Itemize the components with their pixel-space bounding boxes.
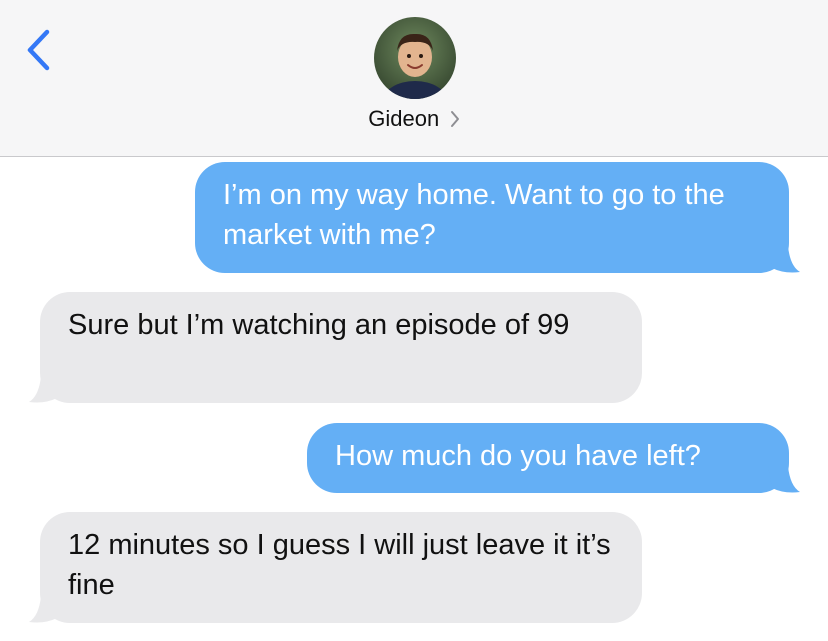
chevron-left-icon	[27, 29, 50, 71]
sent-message-bubble[interactable]: I’m on my way home. Want to go to the ma…	[195, 162, 789, 273]
message-text: How much do you have left?	[335, 440, 701, 472]
received-message-bubble[interactable]: 12 minutes so I guess I will just leave …	[40, 512, 642, 623]
back-button[interactable]	[22, 26, 56, 74]
contact-name: Gideon	[368, 106, 440, 131]
conversation-header: Gideon	[0, 0, 828, 157]
bubble-tail	[768, 246, 800, 273]
contact-name-button[interactable]: Gideon	[0, 106, 828, 132]
bubble-tail	[768, 466, 800, 493]
received-message-bubble[interactable]: Sure but I’m watching an episode of 99	[40, 292, 642, 403]
message-text: 12 minutes so I guess I will just leave …	[68, 529, 611, 601]
avatar[interactable]	[374, 17, 456, 99]
message-text: Sure but I’m watching an episode of 99	[68, 309, 570, 341]
chevron-right-icon	[450, 111, 459, 127]
bubble-tail	[29, 376, 61, 403]
message-text: I’m on my way home. Want to go to the ma…	[223, 179, 725, 251]
bubble-tail	[29, 596, 61, 623]
sent-message-bubble[interactable]: How much do you have left?	[307, 423, 789, 493]
